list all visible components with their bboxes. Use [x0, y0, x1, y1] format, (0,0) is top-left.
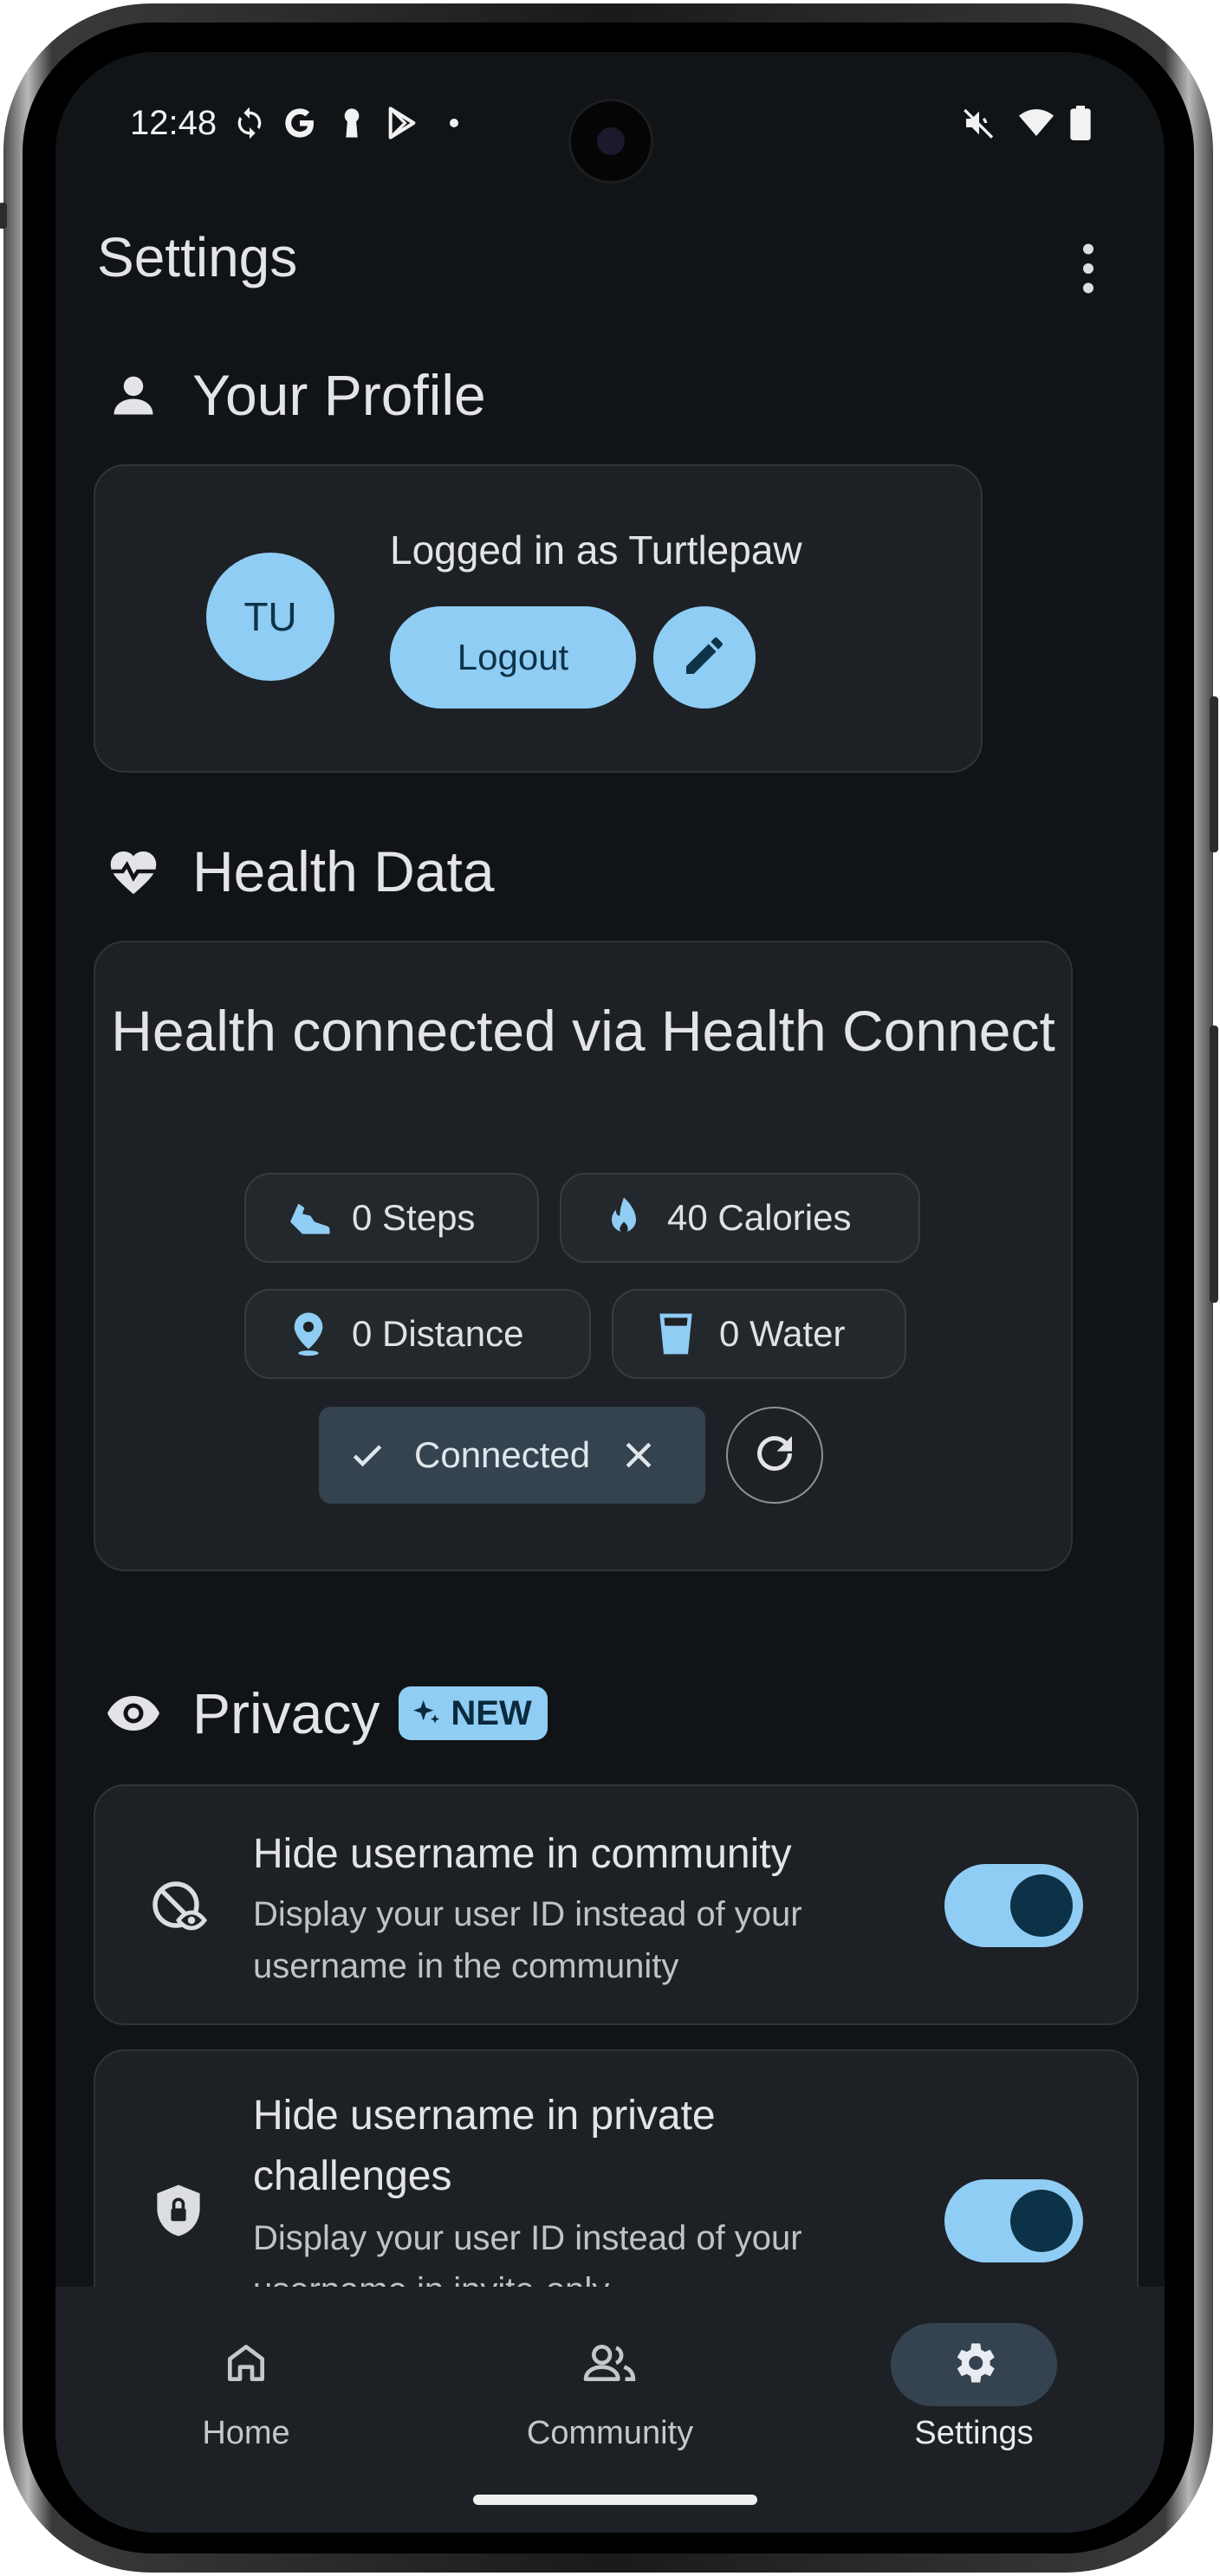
- hide-username-private-challenges-toggle[interactable]: [944, 2179, 1083, 2262]
- nav-item-home[interactable]: Home: [133, 2323, 359, 2452]
- more-vert-icon[interactable]: [1078, 243, 1099, 294]
- bottom-navigation: Home Community Settings: [55, 2287, 1165, 2533]
- setting-description: Display your user ID instead of your use…: [253, 1895, 802, 1985]
- screen: 12:48 Settings Your Profile TU Logged in…: [55, 52, 1165, 2533]
- connected-chip[interactable]: Connected: [319, 1407, 705, 1504]
- play-store-icon: [385, 106, 419, 140]
- page-title: Settings: [97, 226, 298, 288]
- hidden-eye-icon: [147, 1876, 210, 1938]
- setting-title: Hide username in community: [253, 1831, 792, 1877]
- refresh-button[interactable]: [726, 1407, 823, 1504]
- section-title-health: Health Data: [192, 839, 495, 903]
- new-badge-label: NEW: [451, 1693, 532, 1732]
- wifi-icon: [1017, 106, 1054, 140]
- status-time: 12:48: [130, 104, 217, 142]
- settings-icon: [948, 2337, 1000, 2393]
- nav-label-settings: Settings: [914, 2415, 1034, 2451]
- health-section-header: Health Data: [107, 838, 495, 904]
- setting-title: Hide username in private challenges: [253, 2093, 716, 2199]
- logged-in-label: Logged in as Turtlepaw: [390, 527, 802, 573]
- shield-lock-icon: [147, 2179, 210, 2242]
- phone-volume-button: [1210, 1026, 1218, 1303]
- profile-section-header: Your Profile: [107, 362, 486, 428]
- steps-label: 0 Steps: [352, 1197, 476, 1238]
- section-title-privacy: Privacy: [192, 1681, 380, 1745]
- water-label: 0 Water: [719, 1313, 846, 1354]
- sync-icon: [232, 106, 267, 140]
- battery-icon: [1068, 106, 1102, 140]
- nav-item-community[interactable]: Community: [497, 2323, 723, 2452]
- heart-pulse-icon: [107, 845, 159, 897]
- nav-label-community: Community: [526, 2415, 694, 2451]
- fire-icon: [600, 1194, 648, 1242]
- distance-chip[interactable]: 0 Distance: [244, 1289, 591, 1379]
- refresh-icon: [749, 1427, 801, 1484]
- connected-label: Connected: [414, 1434, 591, 1475]
- location-pin-icon: [284, 1310, 333, 1358]
- calories-label: 40 Calories: [667, 1197, 852, 1238]
- phone-side-button: [0, 203, 7, 229]
- water-chip[interactable]: 0 Water: [612, 1289, 906, 1379]
- home-icon: [222, 2339, 270, 2392]
- nav-pill-home: [163, 2323, 329, 2406]
- new-badge: NEW: [399, 1686, 548, 1740]
- logout-button[interactable]: Logout: [390, 606, 636, 709]
- close-icon[interactable]: [620, 1436, 658, 1474]
- nav-label-home: Home: [202, 2415, 290, 2451]
- profile-card: TU Logged in as Turtlepaw Logout: [94, 464, 983, 773]
- gesture-handle[interactable]: [473, 2495, 757, 2505]
- shoe-icon: [284, 1194, 333, 1242]
- health-card: Health connected via Health Connect 0 St…: [94, 941, 1073, 1571]
- privacy-setting-community[interactable]: Hide username in community Display your …: [94, 1784, 1139, 2025]
- phone-frame: 12:48 Settings Your Profile TU Logged in…: [0, 3, 1218, 2573]
- distance-label: 0 Distance: [352, 1313, 524, 1354]
- avatar: TU: [206, 553, 334, 681]
- water-glass-icon: [652, 1310, 700, 1358]
- health-status-title: Health connected via Health Connect: [111, 999, 1055, 1063]
- phone-power-button: [1210, 696, 1218, 852]
- nav-item-settings[interactable]: Settings: [861, 2323, 1087, 2452]
- steps-chip[interactable]: 0 Steps: [244, 1173, 539, 1263]
- section-title-profile: Your Profile: [192, 363, 486, 427]
- privacy-section-header: Privacy NEW: [107, 1680, 548, 1746]
- sparkle-icon: [409, 1696, 444, 1731]
- eye-icon: [107, 1687, 159, 1739]
- mute-icon: [962, 106, 996, 140]
- check-icon: [348, 1436, 390, 1474]
- edit-profile-button[interactable]: [653, 606, 756, 709]
- nav-pill-community: [527, 2323, 693, 2406]
- person-icon: [107, 369, 159, 421]
- google-icon: [282, 106, 317, 140]
- front-camera: [568, 99, 653, 184]
- notification-dot-icon: [437, 106, 471, 140]
- keyhole-icon: [334, 106, 369, 140]
- pencil-icon: [680, 631, 729, 684]
- nav-pill-settings: [891, 2323, 1057, 2406]
- status-bar: 12:48: [55, 52, 1165, 184]
- hide-username-community-toggle[interactable]: [944, 1864, 1083, 1947]
- community-icon: [580, 2339, 640, 2392]
- calories-chip[interactable]: 40 Calories: [560, 1173, 920, 1263]
